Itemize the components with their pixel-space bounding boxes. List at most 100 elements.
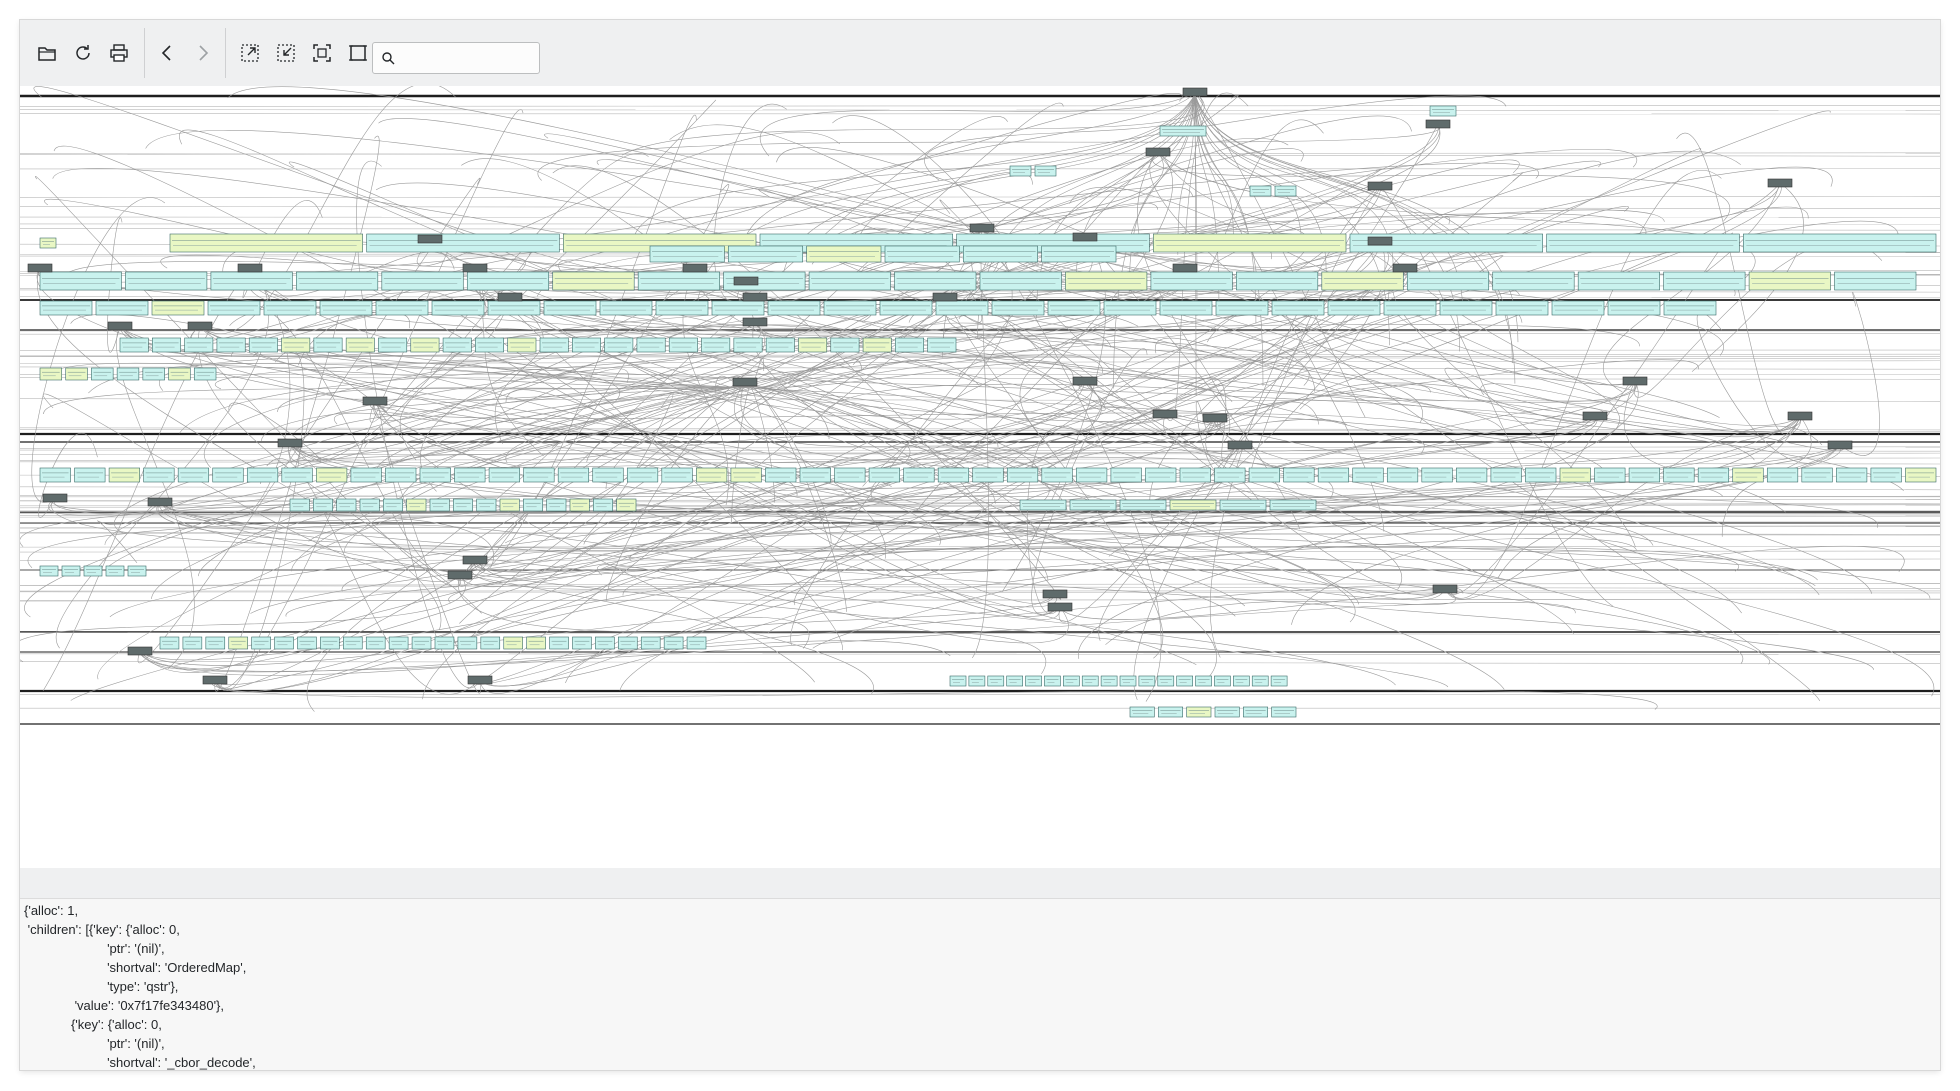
zoom-fit-button[interactable] xyxy=(307,38,337,68)
value-node xyxy=(1119,499,1167,511)
value-node xyxy=(728,245,803,263)
reload-button[interactable] xyxy=(68,38,98,68)
header-node xyxy=(462,555,488,565)
value-node xyxy=(1138,675,1156,687)
edge-curve xyxy=(1184,151,1741,287)
value-node xyxy=(1214,706,1240,718)
zoom-in-button[interactable] xyxy=(235,38,265,68)
value-node xyxy=(429,498,450,512)
value-node xyxy=(927,337,957,353)
value-node xyxy=(210,271,293,291)
value-node xyxy=(1327,300,1381,316)
details-line: 'shortval': 'OrderedMap', xyxy=(24,960,247,975)
graph-canvas[interactable] xyxy=(20,86,1940,869)
search-field[interactable] xyxy=(372,42,540,74)
value-node xyxy=(1145,467,1177,483)
header-node xyxy=(742,292,768,302)
value-node xyxy=(1006,467,1039,483)
printer-icon xyxy=(110,44,128,62)
search-input[interactable] xyxy=(401,49,535,67)
edge-line xyxy=(20,105,1940,107)
print-button[interactable] xyxy=(104,38,134,68)
open-file-button[interactable] xyxy=(32,38,62,68)
value-node xyxy=(406,498,427,512)
value-node xyxy=(1219,499,1267,511)
value-node xyxy=(1429,105,1457,117)
edge-curve xyxy=(289,354,1103,455)
details-line: 'ptr': '(nil)', xyxy=(24,1036,165,1051)
value-node xyxy=(274,636,294,650)
value-node xyxy=(668,337,698,353)
value-node xyxy=(177,467,210,483)
value-node xyxy=(39,237,57,249)
value-node xyxy=(593,498,613,512)
edge-curve xyxy=(972,227,989,659)
value-node xyxy=(375,300,429,316)
value-node xyxy=(1047,300,1101,316)
header-node xyxy=(1227,440,1253,450)
details-line: 'children': [{'key': {'alloc': 0, xyxy=(24,922,180,937)
edge-curve xyxy=(1444,367,1636,404)
value-node xyxy=(475,337,504,353)
node-details-pane[interactable]: {'alloc': 1, 'children': [{'key': {'allo… xyxy=(20,899,1940,1070)
value-node xyxy=(454,467,486,483)
details-line: 'value': '0x7f17fe343480'}, xyxy=(24,998,225,1013)
value-node xyxy=(1176,675,1193,687)
zoom-fit-icon xyxy=(313,44,331,62)
value-node xyxy=(868,467,900,483)
header-node xyxy=(1202,413,1228,423)
forward-button[interactable] xyxy=(188,38,218,68)
value-node xyxy=(159,636,180,650)
value-node xyxy=(383,498,403,512)
value-node xyxy=(1129,706,1155,718)
value-node xyxy=(1321,271,1404,291)
value-node xyxy=(39,367,63,381)
value-node xyxy=(499,498,520,512)
value-node xyxy=(730,467,762,483)
edge-curve xyxy=(1163,401,1320,438)
value-node xyxy=(1490,467,1522,483)
pane-splitter[interactable] xyxy=(20,868,1940,899)
back-button[interactable] xyxy=(152,38,182,68)
value-node xyxy=(963,245,1038,263)
value-node xyxy=(592,467,624,483)
value-node xyxy=(184,337,214,353)
header-node xyxy=(187,321,213,331)
value-node xyxy=(507,337,537,353)
value-node xyxy=(39,467,71,483)
value-node xyxy=(1214,467,1246,483)
value-node xyxy=(834,467,866,483)
value-node xyxy=(388,636,409,650)
refresh-icon xyxy=(76,45,90,60)
zoom-original-button[interactable] xyxy=(343,38,373,68)
value-node xyxy=(637,271,720,291)
header-node xyxy=(362,396,388,406)
edge-curve xyxy=(308,524,1058,608)
edge-curve xyxy=(749,385,847,612)
header-node xyxy=(1072,376,1098,386)
value-node xyxy=(1110,467,1142,483)
zoom-original-icon xyxy=(349,45,367,61)
zoom-out-button[interactable] xyxy=(271,38,301,68)
value-node xyxy=(381,271,464,291)
header-node xyxy=(1367,236,1393,246)
edge-curve xyxy=(1128,93,1196,293)
value-node xyxy=(595,636,615,650)
value-node xyxy=(116,367,140,381)
header-node xyxy=(682,263,708,273)
value-node xyxy=(1271,706,1297,718)
edge-line xyxy=(20,514,1940,518)
value-node xyxy=(248,337,278,353)
header-node xyxy=(1145,147,1171,157)
value-node xyxy=(862,337,892,353)
value-node xyxy=(526,636,546,650)
edge-curve xyxy=(479,513,826,694)
header-node xyxy=(127,646,153,656)
value-node xyxy=(1159,300,1213,316)
value-node xyxy=(1009,165,1032,177)
value-node xyxy=(207,300,261,316)
value-node xyxy=(1383,300,1437,316)
value-node xyxy=(343,636,363,650)
memory-graph[interactable] xyxy=(20,86,1940,868)
value-node xyxy=(182,636,203,650)
